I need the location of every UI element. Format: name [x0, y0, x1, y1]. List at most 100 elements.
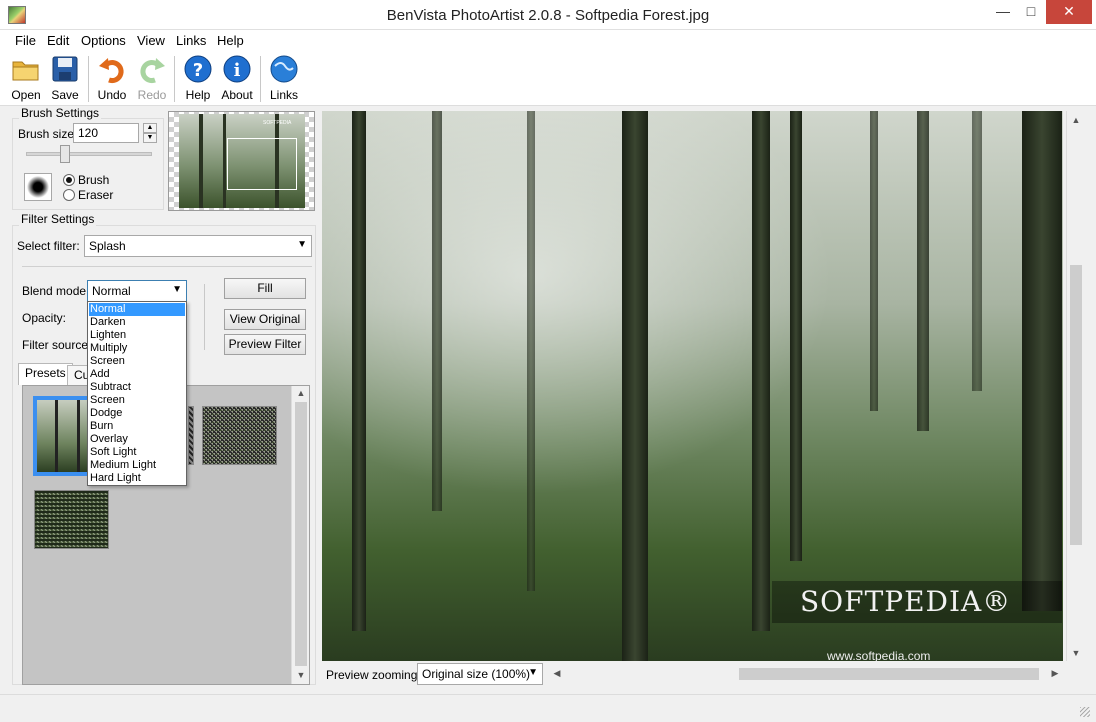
spin-down-button[interactable]: ▼	[143, 133, 157, 143]
dropdown-option-burn[interactable]: Burn	[89, 420, 185, 433]
eraser-radio[interactable]	[63, 189, 75, 201]
dropdown-option-subtract[interactable]: Subtract	[89, 381, 185, 394]
scroll-down-arrow-icon[interactable]: ▼	[1067, 648, 1085, 658]
dropdown-option-medium-light[interactable]: Medium Light	[89, 459, 185, 472]
brush-size-label: Brush size:	[18, 127, 78, 141]
dropdown-option-screen-2[interactable]: Screen	[89, 394, 185, 407]
menu-file[interactable]: File	[15, 33, 36, 48]
undo-button[interactable]: Undo	[92, 54, 132, 102]
dropdown-option-hard-light[interactable]: Hard Light	[89, 472, 185, 485]
eraser-radio-label: Eraser	[78, 188, 114, 202]
filter-select[interactable]: Splash ▼	[84, 235, 312, 257]
preview-vertical-scrollbar[interactable]: ▲ ▼	[1066, 111, 1084, 661]
navigator-panel[interactable]: SOFTPEDIA	[168, 111, 315, 211]
preview-zoom-select[interactable]: Original size (100%) ▼	[417, 663, 543, 685]
dropdown-option-overlay[interactable]: Overlay	[89, 433, 185, 446]
scroll-up-arrow-icon[interactable]: ▲	[1067, 115, 1085, 125]
status-bar	[0, 694, 1096, 722]
dropdown-option-darken[interactable]: Darken	[89, 316, 185, 329]
presets-scroll-thumb[interactable]	[295, 402, 307, 666]
links-button[interactable]: Links	[264, 54, 304, 102]
globe-icon	[270, 55, 298, 83]
preview-horizontal-scrollbar[interactable]: ◀ ▶	[548, 665, 1064, 683]
preset-thumbnail[interactable]	[202, 406, 277, 465]
softpedia-watermark: SOFTPEDIA®	[800, 585, 1012, 618]
navigator-watermark: SOFTPEDIA	[263, 120, 292, 126]
help-label: Help	[185, 88, 211, 102]
toolbar: Open Save Undo Redo ? Help i About Links	[0, 50, 1096, 106]
menu-options[interactable]: Options	[81, 33, 126, 48]
filter-select-value: Splash	[89, 239, 126, 253]
menu-bar: File Edit Options View Links Help	[0, 30, 1096, 50]
scroll-up-arrow-icon[interactable]: ▲	[292, 388, 310, 398]
tree-trunk	[527, 111, 535, 591]
tree-trunk	[223, 114, 226, 208]
question-mark-icon: ?	[184, 55, 212, 83]
brush-size-slider-track[interactable]	[26, 152, 152, 156]
tab-presets[interactable]: Presets	[18, 363, 73, 385]
view-original-button[interactable]: View Original	[224, 309, 306, 330]
about-label: About	[221, 88, 253, 102]
open-button[interactable]: Open	[6, 54, 46, 102]
info-icon: i	[223, 55, 251, 83]
close-button[interactable]: ✕	[1046, 0, 1092, 24]
help-button[interactable]: ? Help	[178, 54, 218, 102]
menu-edit[interactable]: Edit	[47, 33, 69, 48]
dropdown-option-dodge[interactable]: Dodge	[89, 407, 185, 420]
tree-trunk	[432, 111, 442, 511]
toolbar-separator	[88, 56, 89, 102]
fill-button[interactable]: Fill	[224, 278, 306, 299]
tree-trunk	[622, 111, 648, 661]
tree-trunk	[55, 400, 58, 472]
blend-mode-select[interactable]: Normal ▼	[87, 280, 187, 302]
presets-scrollbar[interactable]: ▲ ▼	[291, 386, 309, 684]
floppy-disk-icon	[52, 56, 78, 82]
brush-radio[interactable]	[63, 174, 75, 186]
toolbar-separator	[260, 56, 261, 102]
brush-preview[interactable]	[24, 173, 52, 201]
undo-arrow-icon	[99, 58, 124, 84]
dropdown-option-screen[interactable]: Screen	[89, 355, 185, 368]
tree-trunk	[972, 111, 982, 391]
scroll-down-arrow-icon[interactable]: ▼	[292, 670, 310, 680]
chevron-down-icon: ▼	[528, 667, 538, 678]
blend-mode-value: Normal	[92, 284, 131, 298]
divider	[22, 266, 312, 267]
preset-thumbnail[interactable]	[34, 490, 109, 549]
dropdown-option-multiply[interactable]: Multiply	[89, 342, 185, 355]
chevron-down-icon: ▼	[172, 284, 182, 295]
brush-settings-title: Brush Settings	[19, 106, 102, 120]
redo-button[interactable]: Redo	[132, 54, 172, 102]
tree-trunk	[870, 111, 878, 411]
preset-thumbnail[interactable]	[188, 406, 194, 465]
navigator-viewport-box[interactable]	[227, 138, 297, 190]
dropdown-option-normal[interactable]: Normal	[89, 303, 185, 316]
menu-view[interactable]: View	[137, 33, 165, 48]
brush-size-input[interactable]: 120	[73, 123, 139, 143]
blend-mode-dropdown-list[interactable]: Normal Darken Lighten Multiply Screen Ad…	[87, 301, 187, 486]
tree-trunk	[77, 400, 80, 472]
preview-filter-button[interactable]: Preview Filter	[224, 334, 306, 355]
menu-help[interactable]: Help	[217, 33, 244, 48]
brush-radio-label: Brush	[78, 173, 110, 187]
open-label: Open	[11, 88, 41, 102]
dropdown-option-lighten[interactable]: Lighten	[89, 329, 185, 342]
preview-hscroll-thumb[interactable]	[739, 668, 1039, 680]
select-filter-label: Select filter:	[17, 239, 80, 253]
minimize-button[interactable]: —	[988, 0, 1018, 24]
maximize-button[interactable]: □	[1016, 0, 1046, 24]
menu-links[interactable]: Links	[176, 33, 206, 48]
scroll-right-arrow-icon[interactable]: ▶	[1048, 668, 1062, 679]
about-button[interactable]: i About	[217, 54, 257, 102]
brush-size-slider-thumb[interactable]	[60, 145, 70, 163]
spin-up-button[interactable]: ▲	[143, 123, 157, 133]
title-bar: BenVista PhotoArtist 2.0.8 - Softpedia F…	[0, 0, 1096, 30]
scroll-left-arrow-icon[interactable]: ◀	[550, 668, 564, 679]
tree-trunk	[752, 111, 770, 631]
resize-grip-icon[interactable]	[1080, 707, 1090, 717]
save-button[interactable]: Save	[45, 54, 85, 102]
image-preview[interactable]: SOFTPEDIA® www.softpedia.com	[322, 111, 1063, 661]
dropdown-option-soft-light[interactable]: Soft Light	[89, 446, 185, 459]
preview-vscroll-thumb[interactable]	[1070, 265, 1082, 545]
dropdown-option-add[interactable]: Add	[89, 368, 185, 381]
